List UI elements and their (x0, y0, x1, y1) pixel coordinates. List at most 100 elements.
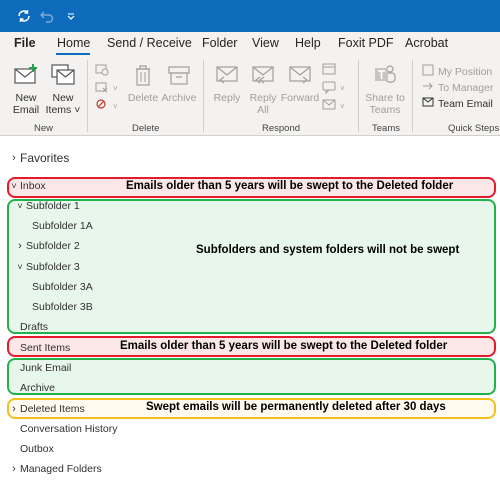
reply-all-label-line1: Reply (249, 92, 277, 104)
trash-icon (125, 63, 161, 90)
folder-label: Drafts (20, 321, 49, 333)
new-email-label-line1: New (15, 92, 37, 104)
meeting-reply-button[interactable] (322, 62, 336, 79)
archive-icon (160, 63, 198, 90)
quick-step-label: Team Email (438, 97, 493, 110)
folder-label: Conversation History (20, 423, 118, 435)
archive-label: Archive (161, 92, 197, 104)
group-divider (358, 60, 359, 132)
chevron-right-icon: › (12, 403, 16, 415)
tab-acrobat[interactable]: Acrobat (405, 36, 448, 50)
chat-icon (322, 80, 336, 97)
chevron-down-icon: ˅ (71, 104, 81, 116)
chevron-right-icon: › (18, 240, 22, 252)
undo-icon[interactable] (38, 7, 56, 25)
share-to-teams-button[interactable]: Share to Teams (362, 63, 408, 116)
ignore-icon (95, 62, 109, 79)
new-items-label-line2: Items (45, 104, 72, 116)
archive-button[interactable]: Archive (160, 63, 198, 104)
folder-archive[interactable]: Archive (20, 382, 55, 394)
folder-outbox[interactable]: Outbox (20, 443, 54, 455)
folder-subfolder-3[interactable]: ˅ Subfolder 3 (15, 261, 79, 273)
junk-button[interactable]: ˅ (95, 98, 118, 115)
more-respond-button[interactable]: ˅ (322, 98, 345, 115)
sent-items-note: Emails older than 5 years will be swept … (120, 340, 448, 352)
folder-label: Subfolder 3A (32, 281, 93, 293)
share-to-teams-label-line1: Share to (365, 92, 405, 104)
chevron-down-icon: ˅ (11, 181, 17, 191)
folder-subfolder-2[interactable]: › Subfolder 2 (15, 240, 80, 252)
reply-all-button[interactable]: Reply All (245, 63, 281, 116)
tab-view[interactable]: View (252, 36, 279, 50)
tab-file[interactable]: File (14, 36, 36, 50)
group-label-new: New (34, 123, 54, 134)
quick-step-my-position[interactable]: My Position (422, 64, 492, 79)
folder-label: Subfolder 1A (32, 220, 93, 232)
cleanup-button[interactable]: ˅ (95, 80, 118, 97)
group-divider (87, 60, 88, 132)
favorites-section[interactable]: › Favorites (9, 151, 69, 165)
tab-folder[interactable]: Folder (202, 36, 237, 50)
folder-label: Junk Email (20, 362, 72, 374)
share-to-teams-label-line2: Teams (369, 104, 401, 116)
folder-label: Deleted Items (20, 403, 85, 415)
group-divider (203, 60, 204, 132)
meeting-icon (322, 62, 336, 79)
folder-conversation-history[interactable]: Conversation History (20, 423, 117, 435)
group-label-teams: Teams (372, 123, 400, 134)
favorites-label: Favorites (20, 151, 70, 165)
folder-subfolder-1[interactable]: ˅ Subfolder 1 (15, 200, 79, 212)
reply-button[interactable]: Reply (208, 63, 246, 104)
quick-step-to-manager[interactable]: To Manager (422, 80, 493, 95)
tab-help[interactable]: Help (295, 36, 321, 50)
forward-icon (280, 63, 320, 90)
delete-button[interactable]: Delete (125, 63, 161, 104)
tab-foxit-pdf[interactable]: Foxit PDF (338, 36, 394, 50)
group-divider (412, 60, 413, 132)
more-icon (322, 98, 336, 115)
tab-send-receive[interactable]: Send / Receive (107, 36, 192, 50)
im-reply-button[interactable]: ˅ (322, 80, 345, 97)
chevron-down-icon: ˅ (17, 262, 23, 272)
folder-subfolder-3b[interactable]: Subfolder 3B (32, 301, 93, 313)
folder-sent-items[interactable]: Sent Items (20, 342, 70, 354)
chevron-down-icon: ˅ (17, 201, 23, 211)
customize-toolbar-icon[interactable] (62, 7, 80, 25)
folder-label: Outbox (20, 443, 54, 455)
cleanup-icon (95, 80, 109, 97)
tab-home[interactable]: Home (57, 36, 90, 50)
chevron-down-icon: ˅ (340, 84, 345, 93)
folder-label: Managed Folders (20, 463, 102, 475)
folder-subfolder-1a[interactable]: Subfolder 1A (32, 220, 93, 232)
folder-label: Sent Items (20, 342, 71, 354)
new-email-button[interactable]: New Email (8, 63, 44, 116)
folder-label: Archive (20, 382, 56, 394)
chevron-down-icon: ˅ (113, 102, 118, 111)
folder-junk-email[interactable]: Junk Email (20, 362, 71, 374)
chevron-down-icon: ˅ (340, 102, 345, 111)
reply-label: Reply (213, 92, 241, 104)
title-bar (0, 0, 500, 32)
new-items-button[interactable]: New Items ˅ (44, 63, 82, 116)
folder-subfolder-3a[interactable]: Subfolder 3A (32, 281, 93, 293)
forward-button[interactable]: Forward (280, 63, 320, 104)
sync-icon[interactable] (15, 7, 33, 25)
quick-step-team-email[interactable]: Team Email (422, 96, 493, 111)
group-label-quick-steps: Quick Steps (448, 123, 500, 134)
junk-icon (95, 98, 109, 115)
new-items-icon (44, 63, 82, 90)
ignore-button[interactable] (95, 62, 109, 79)
reply-all-icon (245, 63, 281, 90)
chevron-right-icon: › (12, 463, 16, 475)
chevron-right-icon: › (12, 152, 16, 164)
teams-icon (362, 63, 408, 90)
envelope-icon (422, 96, 434, 111)
delete-label: Delete (127, 92, 159, 104)
folder-label: Subfolder 3B (32, 301, 93, 313)
reply-all-label-line2: All (257, 104, 269, 116)
folder-drafts[interactable]: Drafts (20, 321, 48, 333)
folder-inbox[interactable]: ˅ Inbox (9, 180, 45, 192)
folder-deleted-items[interactable]: › Deleted Items (9, 403, 85, 415)
quick-step-label: My Position (438, 65, 493, 78)
folder-managed-folders[interactable]: › Managed Folders (9, 463, 102, 475)
